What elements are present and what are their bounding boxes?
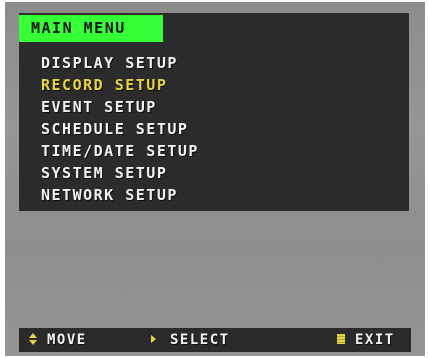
- menu-item-time-date-setup[interactable]: TIME/DATE SETUP: [41, 140, 199, 162]
- right-arrow-icon: [151, 335, 156, 343]
- menu-button-icon: [337, 334, 345, 344]
- menu-item-network-setup[interactable]: NETWORK SETUP: [41, 184, 199, 206]
- menu-item-event-setup[interactable]: EVENT SETUP: [41, 96, 199, 118]
- select-label: SELECT: [170, 332, 230, 348]
- menu-item-record-setup[interactable]: RECORD SETUP: [41, 74, 199, 96]
- osd-screen: MAIN MENU DISPLAY SETUP RECORD SETUP EVE…: [5, 2, 425, 356]
- menu-title: MAIN MENU: [19, 15, 163, 42]
- menu-list: DISPLAY SETUP RECORD SETUP EVENT SETUP S…: [41, 52, 199, 206]
- exit-label: EXIT: [355, 332, 395, 348]
- exit-hint: EXIT: [337, 328, 395, 352]
- menu-item-system-setup[interactable]: SYSTEM SETUP: [41, 162, 199, 184]
- move-hint: MOVE: [29, 328, 87, 352]
- help-bar: MOVE SELECT EXIT: [19, 328, 411, 352]
- menu-item-schedule-setup[interactable]: SCHEDULE SETUP: [41, 118, 199, 140]
- menu-item-display-setup[interactable]: DISPLAY SETUP: [41, 52, 199, 74]
- move-label: MOVE: [47, 332, 87, 348]
- up-down-arrows-icon: [29, 333, 37, 345]
- select-hint: SELECT: [151, 328, 230, 352]
